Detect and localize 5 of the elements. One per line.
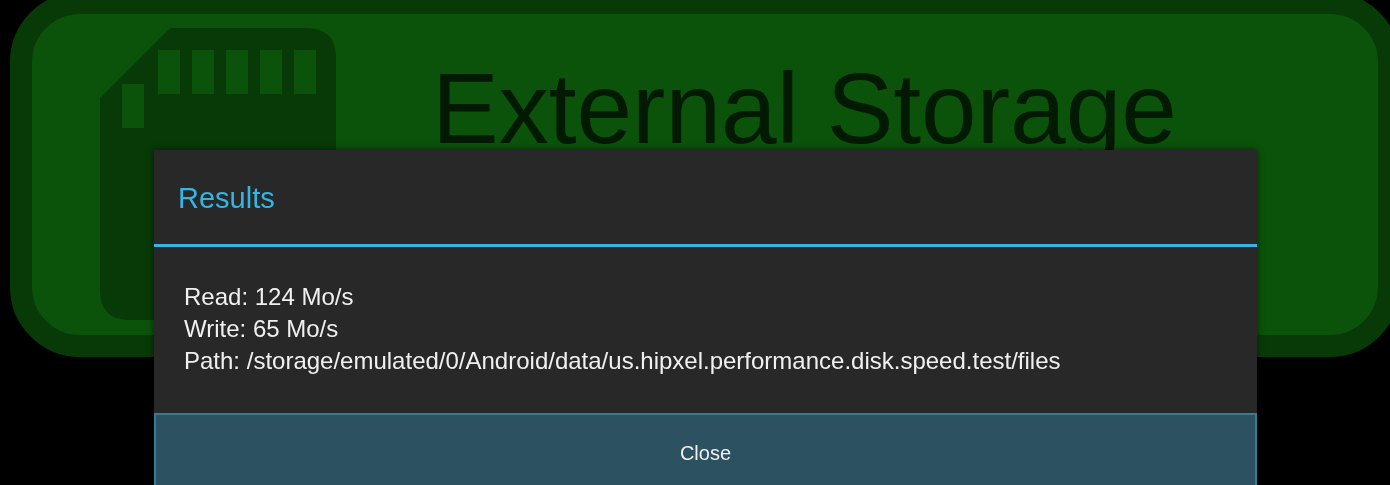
result-line: Read: 124 Mo/s bbox=[184, 282, 355, 312]
result-line: Path: /storage/emulated/0/Android/data/us.hipxel.performance.disk.speed.test/files bbox=[184, 346, 1062, 376]
dialog-title: Results bbox=[177, 181, 276, 216]
button-label: External Storage bbox=[432, 58, 1177, 158]
result-line: Write: 65 Mo/s bbox=[184, 314, 340, 344]
